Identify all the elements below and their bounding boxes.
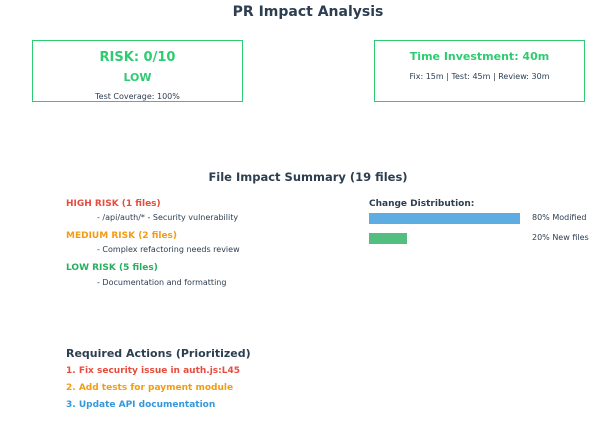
change-distribution-title: Change Distribution: xyxy=(369,199,475,209)
medium-risk-heading: MEDIUM RISK (2 files) xyxy=(66,231,178,241)
action-item-docs: 3. Update API documentation xyxy=(66,400,216,410)
risk-score: RISK: 0/10 xyxy=(99,50,176,65)
low-risk-description: - Documentation and formatting xyxy=(97,278,227,287)
required-actions-title: Required Actions (Prioritized) xyxy=(66,347,251,360)
low-risk-heading: LOW RISK (5 files) xyxy=(66,263,158,273)
modified-bar-label: 80% Modified xyxy=(532,213,587,222)
medium-risk-description: - Complex refactoring needs review xyxy=(97,245,240,254)
time-breakdown: Fix: 15m | Test: 45m | Review: 30m xyxy=(409,72,550,81)
action-item-tests: 2. Add tests for payment module xyxy=(66,383,234,393)
new-files-bar xyxy=(369,233,407,244)
time-investment-card: Time Investment: 40m Fix: 15m | Test: 45… xyxy=(374,40,585,102)
time-investment-title: Time Investment: 40m xyxy=(409,50,550,63)
modified-bar xyxy=(369,213,520,224)
action-item-security: 1. Fix security issue in auth.js:L45 xyxy=(66,366,240,376)
test-coverage: Test Coverage: 100% xyxy=(95,92,180,101)
page-title: PR Impact Analysis xyxy=(232,4,384,20)
high-risk-heading: HIGH RISK (1 files) xyxy=(66,199,161,209)
file-impact-summary-title: File Impact Summary (19 files) xyxy=(208,170,408,184)
new-files-bar-label: 20% New files xyxy=(532,233,589,242)
risk-card: RISK: 0/10 LOW Test Coverage: 100% xyxy=(32,40,243,102)
high-risk-description: - /api/auth/* - Security vulnerability xyxy=(97,213,239,222)
risk-level: LOW xyxy=(123,71,152,84)
